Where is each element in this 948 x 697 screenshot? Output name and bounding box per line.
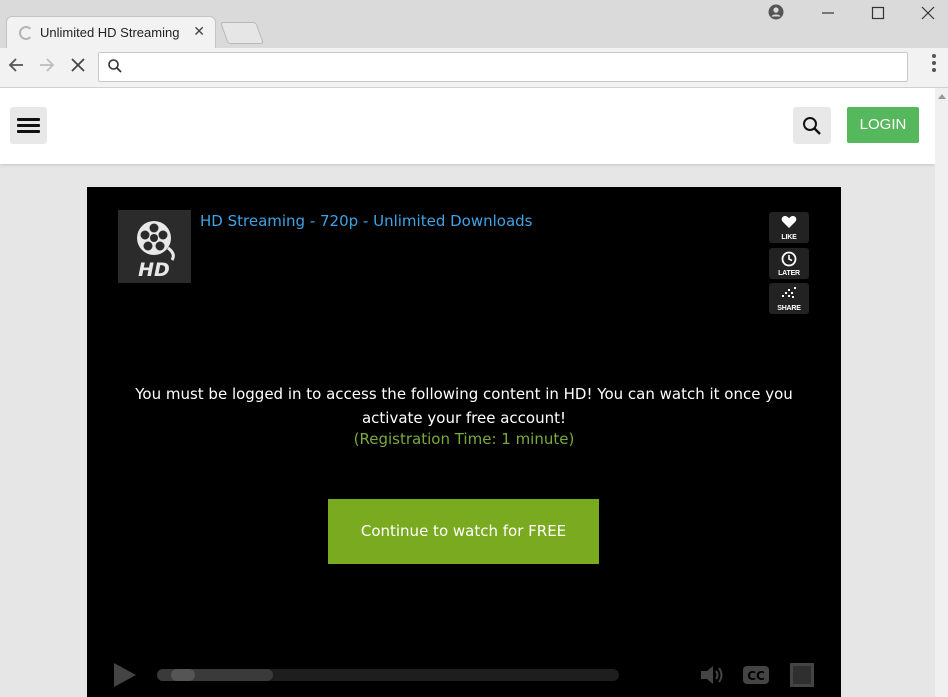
fullscreen-icon[interactable] [789,663,815,691]
minimize-button[interactable] [816,6,840,24]
watch-later-button[interactable]: LATER [769,248,809,279]
magnifier-icon [803,117,821,135]
browser-menu-icon[interactable] [932,54,936,75]
new-tab-button[interactable] [219,22,265,44]
share-button[interactable]: SHARE [769,283,809,314]
web-page: LOGIN HD HD Streaming - 720p - Unlimited… [0,88,935,697]
browser-toolbar [0,48,948,88]
login-button[interactable]: LOGIN [847,107,919,143]
loading-spinner-icon [19,26,33,40]
like-label: LIKE [781,234,797,241]
hd-film-reel-logo: HD [118,210,191,283]
stop-loading-icon[interactable] [67,56,89,79]
progress-bar[interactable] [157,669,619,681]
hamburger-menu-icon[interactable] [10,107,47,144]
site-header: LOGIN [0,88,935,164]
maximize-button[interactable] [866,6,890,24]
video-title-link[interactable]: HD Streaming - 720p - Unlimited Download… [200,212,533,230]
play-icon[interactable] [114,663,136,687]
site-search-button[interactable] [793,107,831,144]
search-icon [107,58,123,78]
continue-watching-button[interactable]: Continue to watch for FREE [328,499,599,564]
scroll-up-arrow-icon[interactable] [938,94,946,99]
forward-arrow-icon[interactable] [36,56,58,79]
volume-icon[interactable] [699,663,727,691]
close-window-button[interactable] [916,6,940,24]
login-required-message: You must be logged in to access the foll… [135,385,793,427]
tab-title: Unlimited HD Streaming [40,25,180,40]
like-button[interactable]: LIKE [769,212,809,243]
logo-hd-text: HD [138,259,170,281]
browser-tab[interactable]: Unlimited HD Streaming ✕ [6,16,216,48]
share-label: SHARE [777,305,801,312]
heart-icon [781,215,797,228]
browser-titlebar: Unlimited HD Streaming ✕ [0,0,948,48]
video-player[interactable]: HD HD Streaming - 720p - Unlimited Downl… [87,187,841,697]
progress-handle[interactable] [171,669,195,681]
back-arrow-icon[interactable] [5,56,27,79]
later-label: LATER [778,270,800,277]
closed-captions-icon[interactable]: CC [742,663,770,691]
tab-close-icon[interactable]: ✕ [193,24,205,40]
share-icon [782,287,796,298]
cc-icon-label: CC [747,669,765,683]
clock-icon [781,251,797,267]
registration-time-text: (Registration Time: 1 minute) [353,430,575,448]
address-bar[interactable] [98,52,908,82]
profile-icon[interactable] [764,4,788,24]
page-scrollbar[interactable] [935,88,948,697]
